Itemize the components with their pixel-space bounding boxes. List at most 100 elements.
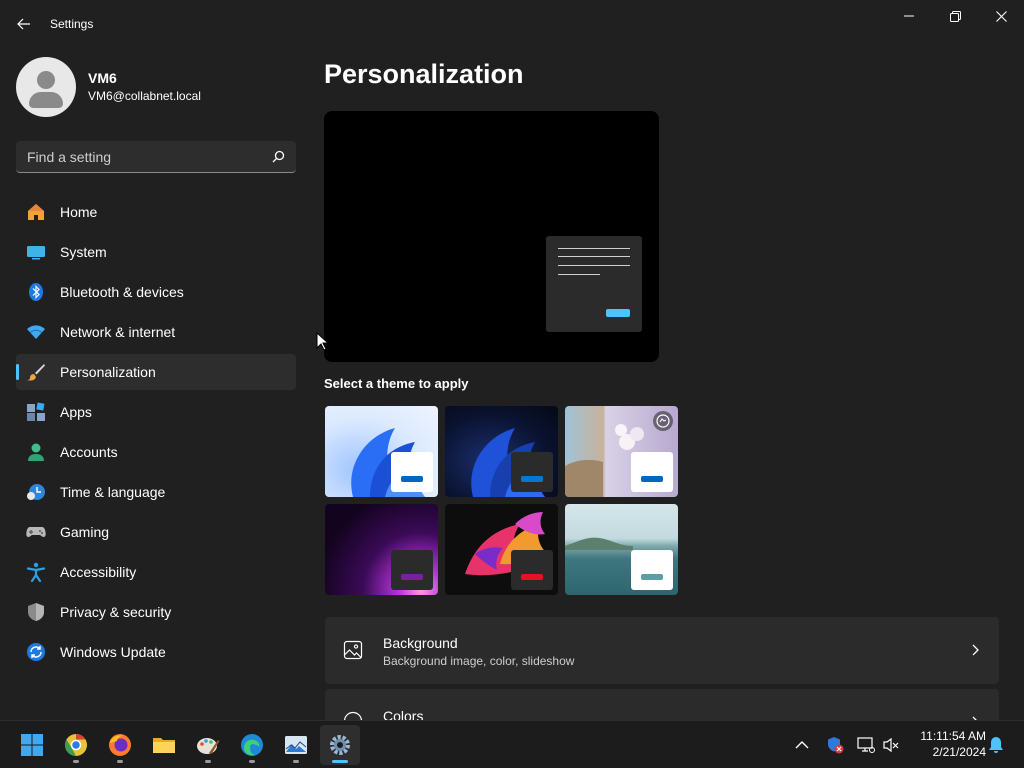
- windows-update-icon: [25, 641, 47, 663]
- bell-icon: [989, 737, 1003, 753]
- search-icon[interactable]: [270, 149, 286, 165]
- theme-mini-window: [631, 452, 673, 492]
- home-icon: [25, 201, 47, 223]
- running-indicator: [205, 760, 211, 763]
- search-input[interactable]: [16, 141, 266, 172]
- display-icon: [857, 737, 875, 753]
- running-indicator: [293, 760, 299, 763]
- colors-setting-card[interactable]: Colors: [325, 689, 999, 720]
- taskbar-app-chrome[interactable]: [56, 725, 96, 765]
- minimize-button[interactable]: [886, 0, 932, 32]
- firefox-icon: [109, 734, 131, 756]
- clock-date: 2/21/2024: [932, 745, 986, 759]
- profile-name: VM6: [88, 70, 117, 86]
- taskbar-app-firefox[interactable]: [100, 725, 140, 765]
- accessibility-icon: [25, 561, 47, 583]
- sidebar-item-label: Time & language: [60, 484, 166, 500]
- running-indicator: [117, 760, 123, 763]
- display-tray-button[interactable]: [856, 735, 876, 755]
- restore-button[interactable]: [932, 0, 978, 32]
- sidebar-item-personalization[interactable]: Personalization: [16, 354, 296, 390]
- slideshow-badge: [653, 411, 673, 431]
- preview-window: [546, 236, 642, 332]
- search-box[interactable]: [16, 141, 296, 173]
- chevron-right-icon: [972, 644, 979, 656]
- theme-thumbnail-windows-light[interactable]: [325, 406, 438, 497]
- theme-thumbnail-windows-dark[interactable]: [445, 406, 558, 497]
- sidebar-item-time-language[interactable]: Time & language: [16, 474, 296, 510]
- theme-thumbnail-flow[interactable]: [565, 504, 678, 595]
- sidebar-item-label: Windows Update: [60, 644, 166, 660]
- running-indicator: [73, 760, 79, 763]
- sidebar-item-apps[interactable]: Apps: [16, 394, 296, 430]
- sidebar-item-label: Accounts: [60, 444, 118, 460]
- security-tray-button[interactable]: [825, 735, 845, 755]
- selection-indicator: [16, 364, 19, 380]
- user-profile[interactable]: VM6 VM6@collabnet.local: [16, 56, 201, 118]
- profile-text: VM6 VM6@collabnet.local: [88, 69, 201, 105]
- preview-button: [606, 309, 630, 317]
- bluetooth-icon: [25, 281, 47, 303]
- preview-line: [558, 265, 630, 266]
- taskbar-app-edge[interactable]: [232, 725, 272, 765]
- sidebar-item-label: Apps: [60, 404, 92, 420]
- gaming-icon: [25, 521, 47, 543]
- card-title: Colors: [383, 708, 424, 720]
- volume-tray-button[interactable]: [881, 735, 901, 755]
- profile-email: VM6@collabnet.local: [88, 89, 201, 103]
- taskbar-app-file-explorer[interactable]: [144, 725, 184, 765]
- preview-line: [558, 248, 630, 249]
- theme-thumbnail-glow[interactable]: [325, 504, 438, 595]
- start-button[interactable]: [12, 725, 52, 765]
- theme-accent-bar: [521, 574, 543, 580]
- paint-icon: [197, 738, 220, 754]
- chevron-up-icon: [795, 741, 809, 749]
- network-icon: [25, 321, 47, 343]
- close-icon: [995, 10, 1007, 22]
- time-language-icon: [25, 481, 47, 503]
- taskbar-app-settings[interactable]: [320, 725, 360, 765]
- sidebar-item-label: Home: [60, 204, 98, 220]
- taskbar: 11:11:54 AM 2/21/2024: [0, 720, 1024, 768]
- sidebar-item-accessibility[interactable]: Accessibility: [16, 554, 296, 590]
- theme-mini-window: [391, 550, 433, 590]
- brush-icon: [25, 361, 47, 383]
- theme-thumbnail-captured-motion[interactable]: [445, 504, 558, 595]
- title-bar: Settings: [0, 0, 1024, 48]
- sidebar-item-accounts[interactable]: Accounts: [16, 434, 296, 470]
- taskbar-app-photos[interactable]: [276, 725, 316, 765]
- slideshow-icon: [656, 414, 670, 428]
- sidebar-item-label: Network & internet: [60, 324, 176, 340]
- theme-accent-bar: [641, 476, 663, 482]
- back-button[interactable]: [12, 12, 36, 36]
- sidebar-item-system[interactable]: System: [16, 234, 296, 270]
- sidebar-item-label: System: [60, 244, 107, 260]
- show-hidden-icons-button[interactable]: [792, 735, 812, 755]
- sidebar-item-privacy-security[interactable]: Privacy & security: [16, 594, 296, 630]
- sidebar-nav: Home System Bluetooth & devices Network …: [16, 194, 296, 674]
- system-clock[interactable]: 11:11:54 AM 2/21/2024: [904, 728, 986, 760]
- close-button[interactable]: [978, 0, 1024, 32]
- image-icon: [343, 640, 363, 660]
- theme-thumbnail-spotlight[interactable]: [565, 406, 678, 497]
- sidebar-item-bluetooth[interactable]: Bluetooth & devices: [16, 274, 296, 310]
- sidebar-item-gaming[interactable]: Gaming: [16, 514, 296, 550]
- preview-line: [558, 274, 600, 275]
- theme-accent-bar: [401, 476, 423, 482]
- sidebar-item-label: Personalization: [60, 364, 156, 380]
- sidebar-item-label: Privacy & security: [60, 604, 172, 620]
- sidebar-item-network[interactable]: Network & internet: [16, 314, 296, 350]
- background-setting-card[interactable]: Background Background image, color, slid…: [325, 617, 999, 684]
- apps-icon: [25, 401, 47, 423]
- notification-button[interactable]: [986, 735, 1006, 755]
- volume-muted-icon: [883, 737, 899, 753]
- clock-time: 11:11:54 AM: [920, 729, 986, 743]
- start-icon: [21, 734, 43, 756]
- back-arrow-icon: [17, 18, 30, 30]
- minimize-icon: [904, 15, 914, 17]
- sidebar-item-windows-update[interactable]: Windows Update: [16, 634, 296, 670]
- taskbar-app-paint[interactable]: [188, 725, 228, 765]
- app-title: Settings: [50, 17, 94, 31]
- sidebar-item-home[interactable]: Home: [16, 194, 296, 230]
- theme-preview: [324, 111, 659, 362]
